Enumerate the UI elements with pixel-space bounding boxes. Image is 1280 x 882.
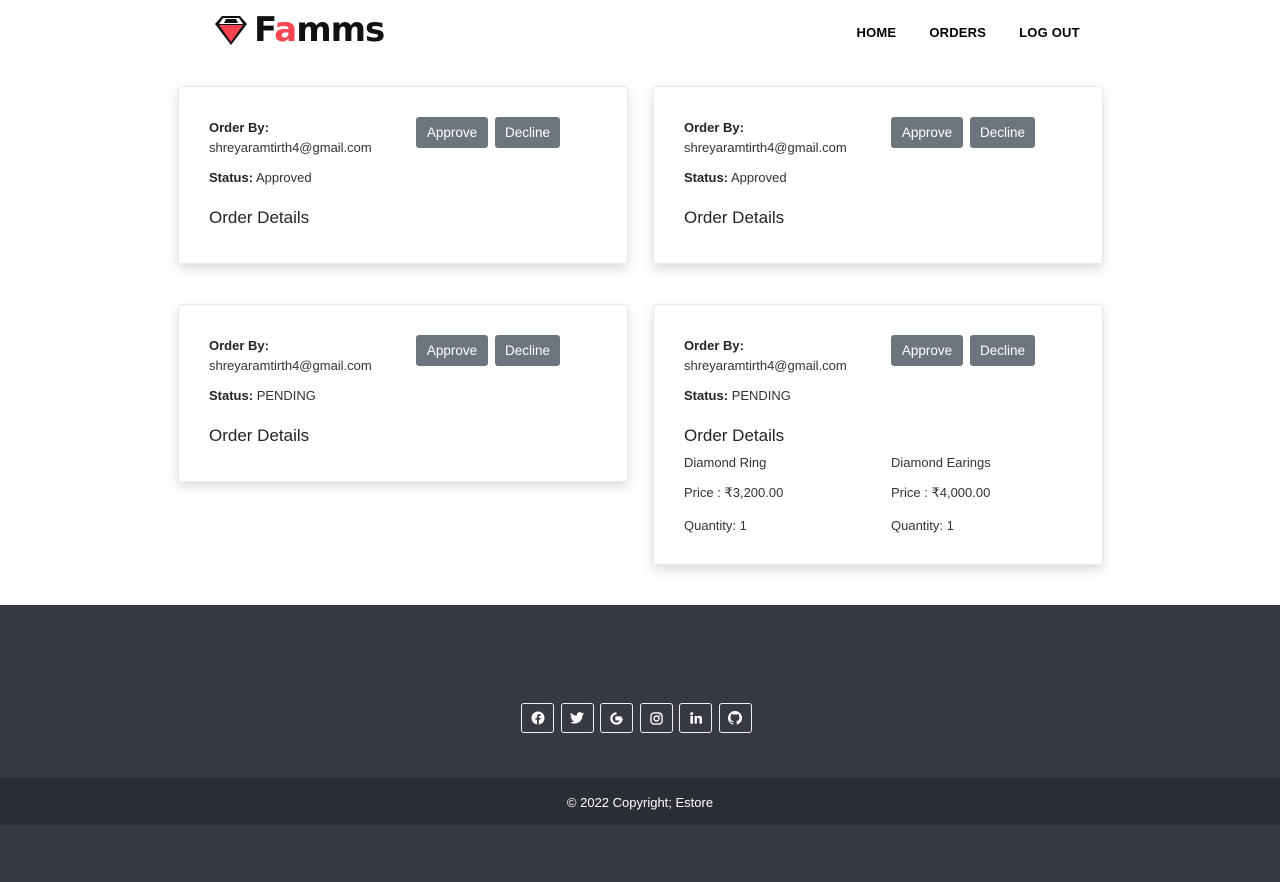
status-value: PENDING bbox=[731, 388, 791, 403]
decline-button[interactable]: Decline bbox=[495, 117, 560, 148]
decline-button[interactable]: Decline bbox=[970, 335, 1035, 366]
brand-logo[interactable]: Famms bbox=[214, 10, 385, 50]
github-icon[interactable] bbox=[718, 703, 752, 733]
order-item-quantity: Quantity: 1 bbox=[684, 518, 747, 533]
nav-orders-link[interactable]: ORDERS bbox=[929, 25, 986, 40]
order-item-price: Price : ₹4,000.00 bbox=[891, 485, 991, 500]
order-card: Order By: shreyaramtirth4@gmail.com Stat… bbox=[653, 86, 1103, 264]
copyright-bar: © 2022 Copyright; Estore bbox=[0, 778, 1280, 825]
order-item-name: Diamond Ring bbox=[684, 455, 767, 470]
order-status: Status: Approved bbox=[684, 170, 787, 185]
google-icon[interactable] bbox=[600, 703, 633, 733]
order-email: shreyaramtirth4@gmail.com bbox=[684, 358, 847, 373]
order-details-title: Order Details bbox=[684, 208, 785, 227]
order-status: Status: PENDING bbox=[684, 388, 791, 403]
order-by-label: Order By: bbox=[684, 338, 744, 353]
nav-home-link[interactable]: HOME bbox=[857, 25, 897, 40]
decline-button[interactable]: Decline bbox=[495, 335, 560, 366]
order-details-title: Order Details bbox=[209, 208, 310, 227]
order-item-price: Price : ₹3,200.00 bbox=[684, 485, 784, 500]
order-card: Order By: shreyaramtirth4@gmail.com Stat… bbox=[653, 304, 1103, 565]
main-nav: HOME ORDERS LOG OUT bbox=[840, 25, 1096, 40]
brand-name: Famms bbox=[254, 10, 385, 50]
linkedin-icon[interactable] bbox=[679, 703, 712, 733]
order-email: shreyaramtirth4@gmail.com bbox=[684, 140, 847, 155]
social-links bbox=[521, 703, 758, 733]
decline-button[interactable]: Decline bbox=[970, 117, 1035, 148]
instagram-icon[interactable] bbox=[639, 703, 673, 733]
order-item-quantity: Quantity: 1 bbox=[891, 518, 954, 533]
status-value: Approved bbox=[255, 170, 312, 185]
diamond-icon bbox=[215, 16, 247, 45]
site-footer: © 2022 Copyright; Estore bbox=[0, 605, 1280, 882]
nav-logout-link[interactable]: LOG OUT bbox=[1019, 25, 1080, 40]
order-card: Order By: shreyaramtirth4@gmail.com Stat… bbox=[178, 86, 628, 264]
approve-button[interactable]: Approve bbox=[891, 117, 963, 148]
facebook-icon[interactable] bbox=[521, 703, 554, 733]
site-header: Famms HOME ORDERS LOG OUT bbox=[0, 0, 1280, 66]
order-status: Status: PENDING bbox=[209, 388, 316, 403]
order-item-name: Diamond Earings bbox=[891, 455, 991, 470]
order-details-title: Order Details bbox=[684, 426, 785, 445]
order-email: shreyaramtirth4@gmail.com bbox=[209, 358, 372, 373]
order-email: shreyaramtirth4@gmail.com bbox=[209, 140, 372, 155]
approve-button[interactable]: Approve bbox=[416, 117, 488, 148]
status-value: Approved bbox=[730, 170, 787, 185]
status-value: PENDING bbox=[256, 388, 316, 403]
twitter-icon[interactable] bbox=[560, 703, 594, 733]
order-details-title: Order Details bbox=[209, 426, 310, 445]
order-by-label: Order By: bbox=[209, 338, 269, 353]
order-by-label: Order By: bbox=[209, 120, 269, 135]
approve-button[interactable]: Approve bbox=[891, 335, 963, 366]
order-by-label: Order By: bbox=[684, 120, 744, 135]
copyright-text: © 2022 Copyright; Estore bbox=[566, 795, 714, 810]
order-status: Status: Approved bbox=[209, 170, 312, 185]
approve-button[interactable]: Approve bbox=[416, 335, 488, 366]
order-card: Order By: shreyaramtirth4@gmail.com Stat… bbox=[178, 304, 628, 482]
